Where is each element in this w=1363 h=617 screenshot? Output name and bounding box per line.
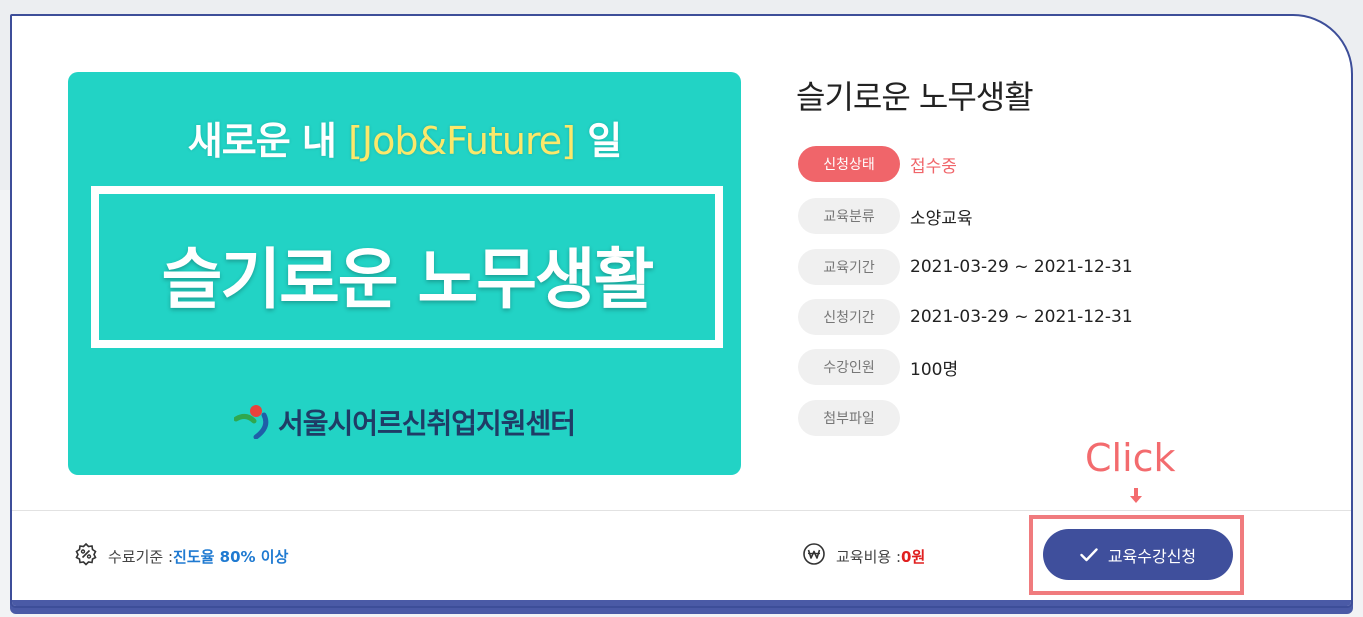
check-icon: [1080, 547, 1098, 561]
cost-value: 0원: [901, 547, 926, 566]
info-row-apply-period: 신청기간 2021-03-29 ~ 2021-12-31: [798, 299, 1133, 335]
completion-value: 진도율 80% 이상: [173, 547, 289, 566]
apply-period-label: 신청기간: [798, 299, 900, 335]
capacity-value: 100명: [910, 359, 959, 380]
education-cost: 교육비용 : 0원: [802, 542, 925, 570]
arrow-down-icon: [1130, 488, 1142, 504]
cost-label: 교육비용 :: [836, 547, 902, 566]
course-title: 슬기로운 노무생활: [796, 78, 1034, 116]
card-bottom-bar: [12, 600, 1351, 606]
thumbnail-title-box: 슬기로운 노무생활: [91, 186, 723, 348]
category-label: 교육분류: [798, 198, 900, 234]
thumbnail-subtitle-post: 일: [574, 119, 622, 163]
info-row-edu-period: 교육기간 2021-03-29 ~ 2021-12-31: [798, 249, 1133, 285]
thumbnail-subtitle-highlight: [Job&Future]: [348, 119, 576, 163]
attachment-label: 첨부파일: [798, 400, 900, 436]
status-value: 접수중: [910, 156, 957, 177]
click-annotation-label: Click: [1085, 436, 1176, 480]
apply-period-value: 2021-03-29 ~ 2021-12-31: [910, 307, 1133, 327]
info-row-status: 신청상태 접수중: [798, 146, 957, 182]
thumbnail-org: 서울시어르신취업지원센터: [68, 402, 741, 446]
won-icon: [802, 542, 826, 570]
completion-label: 수료기준 :: [108, 547, 174, 566]
apply-course-button-label: 교육수강신청: [1107, 548, 1197, 566]
completion-criteria: 수료기준 : 진도율 80% 이상: [74, 542, 288, 570]
apply-course-button[interactable]: 교육수강신청: [1043, 529, 1233, 580]
seoul-logo-icon: [233, 404, 272, 446]
thumbnail-subtitle-pre: 새로운 내: [187, 119, 349, 163]
course-thumbnail: 새로운 내 [Job&Future] 일 슬기로운 노무생활 서울시어르신취업지…: [68, 72, 741, 475]
capacity-label: 수강인원: [798, 349, 900, 385]
info-row-category: 교육분류 소양교육: [798, 198, 973, 234]
percent-badge-icon: [74, 542, 98, 570]
edu-period-value: 2021-03-29 ~ 2021-12-31: [910, 257, 1133, 277]
divider: [12, 510, 1351, 511]
status-label: 신청상태: [798, 146, 900, 182]
category-value: 소양교육: [910, 208, 973, 229]
info-row-attachment: 첨부파일: [798, 400, 910, 436]
edu-period-label: 교육기간: [798, 249, 900, 285]
thumbnail-org-text: 서울시어르신취업지원센터: [277, 407, 576, 440]
info-row-capacity: 수강인원 100명: [798, 349, 958, 385]
thumbnail-title: 슬기로운 노무생활: [161, 241, 655, 318]
thumbnail-subtitle: 새로운 내 [Job&Future] 일: [68, 110, 741, 165]
